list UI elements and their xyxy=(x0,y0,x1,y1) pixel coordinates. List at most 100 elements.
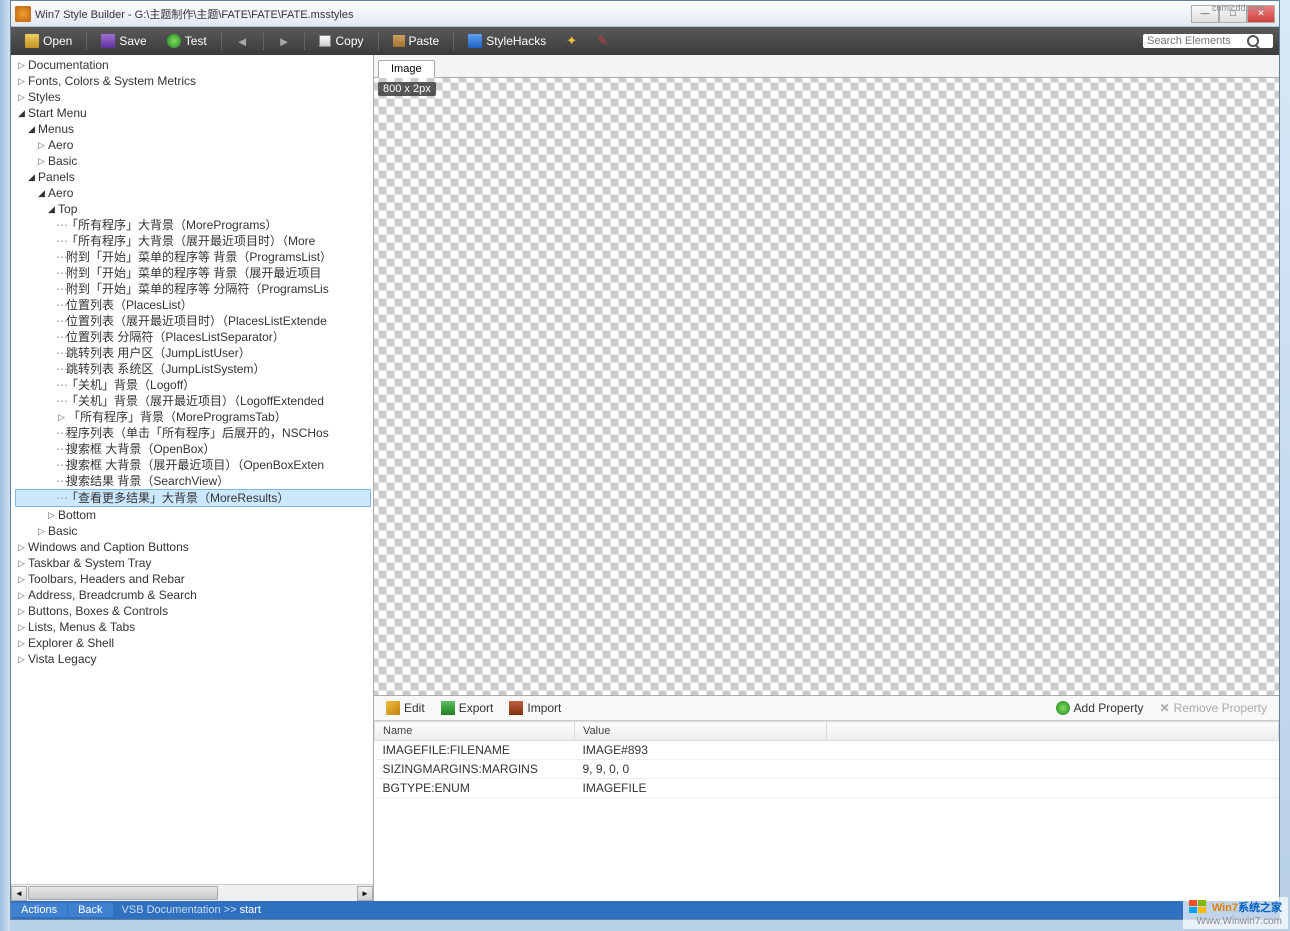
col-name[interactable]: Name xyxy=(375,722,575,741)
statusbar: Actions Back VSB Documentation >> start xyxy=(11,901,1279,919)
open-button[interactable]: Open xyxy=(17,32,80,50)
plus-icon xyxy=(1056,701,1070,715)
property-row[interactable]: IMAGEFILE:FILENAMEIMAGE#893 xyxy=(375,741,1279,760)
col-value[interactable]: Value xyxy=(575,722,827,741)
app-window: Win7 Style Builder - G:\主题制作\主题\FATE\FAT… xyxy=(10,0,1280,920)
tree-item[interactable]: ⋯跳转列表 用户区（JumpListUser） xyxy=(15,345,371,361)
tree-item[interactable]: ⋯「关机」背景（Logoff） xyxy=(15,377,371,393)
property-row[interactable]: BGTYPE:ENUMIMAGEFILE xyxy=(375,779,1279,798)
property-toolbar: Edit Export Import Add Property ✕Remove … xyxy=(374,696,1279,721)
copy-icon xyxy=(319,35,331,47)
tree-item[interactable]: ▷Styles xyxy=(15,89,371,105)
tree-item[interactable]: ⋯「查看更多结果」大背景（MoreResults） xyxy=(15,489,371,507)
stylehacks-button[interactable]: StyleHacks xyxy=(460,32,554,50)
pencil-icon xyxy=(386,701,400,715)
property-table[interactable]: Name Value IMAGEFILE:FILENAMEIMAGE#893SI… xyxy=(374,721,1279,901)
tree-item[interactable]: ◢Start Menu xyxy=(15,105,371,121)
tree-item[interactable]: ⋯搜索框 大背景（展开最近项目）（OpenBoxExten xyxy=(15,457,371,473)
tree-item[interactable]: ▷Fonts, Colors & System Metrics xyxy=(15,73,371,89)
main-toolbar: Open Save Test ◄ ► Copy Paste StyleHacks… xyxy=(11,27,1279,55)
status-back[interactable]: Back xyxy=(68,903,112,917)
tree-item[interactable]: ⋯位置列表（展开最近项目时）（PlacesListExtende xyxy=(15,313,371,329)
tree-item[interactable]: ◢Menus xyxy=(15,121,371,137)
tree-item[interactable]: ⋯附到「开始」菜单的程序等 分隔符（ProgramsLis xyxy=(15,281,371,297)
tool-wand-button[interactable]: ✦ xyxy=(558,31,585,51)
tree-item[interactable]: ▷Buttons, Boxes & Controls xyxy=(15,603,371,619)
app-icon xyxy=(15,6,31,22)
tree-hscrollbar[interactable]: ◄ ► xyxy=(11,884,373,901)
tree-item[interactable]: ⋯「所有程序」大背景（MorePrograms） xyxy=(15,217,371,233)
status-text: VSB Documentation >> start xyxy=(114,904,269,916)
export-icon xyxy=(441,701,455,715)
status-link[interactable]: start xyxy=(240,904,261,916)
tree-item[interactable]: ▷Taskbar & System Tray xyxy=(15,555,371,571)
export-button[interactable]: Export xyxy=(435,700,500,716)
tree-item[interactable]: ▷Lists, Menus & Tabs xyxy=(15,619,371,635)
arrow-right-icon: ► xyxy=(278,34,291,49)
tree-item[interactable]: ▷Bottom xyxy=(15,507,371,523)
copy-button[interactable]: Copy xyxy=(311,32,371,50)
folder-icon xyxy=(25,34,39,48)
forward-button[interactable]: ► xyxy=(270,32,299,51)
play-icon xyxy=(167,34,181,48)
tree-item[interactable]: ◢Top xyxy=(15,201,371,217)
wand-icon: ✦ xyxy=(566,33,577,49)
tree-item[interactable]: ⋯「关机」背景（展开最近项目）（LogoffExtended xyxy=(15,393,371,409)
scroll-right-button[interactable]: ► xyxy=(357,886,373,901)
tree-item[interactable]: ⋯位置列表 分隔符（PlacesListSeparator） xyxy=(15,329,371,345)
tree-item[interactable]: ⋯「所有程序」大背景（展开最近项目时）（More xyxy=(15,233,371,249)
tree-item[interactable]: ▷Documentation xyxy=(15,57,371,73)
tree-item[interactable]: ▷Explorer & Shell xyxy=(15,635,371,651)
paste-icon xyxy=(393,35,405,47)
tool-picker-button[interactable]: ✎ xyxy=(589,31,616,51)
tree-item[interactable]: ◢Aero xyxy=(15,185,371,201)
tree-item[interactable]: ▷Toolbars, Headers and Rebar xyxy=(15,571,371,587)
status-actions[interactable]: Actions xyxy=(11,903,67,917)
save-button[interactable]: Save xyxy=(93,32,154,50)
paste-button[interactable]: Paste xyxy=(385,32,448,50)
tree-item[interactable]: ▷Aero xyxy=(15,137,371,153)
watermark-top: comicdd.com xyxy=(1212,3,1265,13)
watermark-bottom: Win7系统之家 Www.Winwin7.com xyxy=(1183,897,1288,929)
arrow-left-icon: ◄ xyxy=(236,34,249,49)
tree-item[interactable]: ▷Windows and Caption Buttons xyxy=(15,539,371,555)
search-box[interactable] xyxy=(1143,34,1273,48)
image-canvas[interactable]: 800 x 2px xyxy=(374,78,1279,696)
tree-item[interactable]: ⋯位置列表（PlacesList） xyxy=(15,297,371,313)
window-title: Win7 Style Builder - G:\主题制作\主题\FATE\FAT… xyxy=(35,6,1191,22)
import-icon xyxy=(509,701,523,715)
tree-item[interactable]: ⋯附到「开始」菜单的程序等 背景（ProgramsList） xyxy=(15,249,371,265)
scroll-thumb[interactable] xyxy=(28,886,218,900)
test-button[interactable]: Test xyxy=(159,32,215,50)
remove-property-button[interactable]: ✕Remove Property xyxy=(1154,700,1273,716)
tree-item[interactable]: ⋯搜索框 大背景（OpenBox） xyxy=(15,441,371,457)
tree-item[interactable]: ⋯程序列表（单击「所有程序」后展开的，NSCHos xyxy=(15,425,371,441)
tree-item[interactable]: ▷「所有程序」背景（MoreProgramsTab） xyxy=(15,409,371,425)
tree-item[interactable]: ⋯搜索结果 背景（SearchView） xyxy=(15,473,371,489)
picker-icon: ✎ xyxy=(597,33,608,49)
tab-image[interactable]: Image xyxy=(378,60,435,78)
x-icon: ✕ xyxy=(1160,701,1170,715)
disk-icon xyxy=(101,34,115,48)
canvas-tabstrip: Image xyxy=(374,55,1279,78)
tree-item[interactable]: ⋯附到「开始」菜单的程序等 背景（展开最近项目 xyxy=(15,265,371,281)
tree-item[interactable]: ▷Basic xyxy=(15,153,371,169)
tree-item[interactable]: ▷Address, Breadcrumb & Search xyxy=(15,587,371,603)
stylehacks-icon xyxy=(468,34,482,48)
style-tree[interactable]: ▷Documentation▷Fonts, Colors & System Me… xyxy=(11,55,373,884)
import-button[interactable]: Import xyxy=(503,700,567,716)
tree-item[interactable]: ▷Basic xyxy=(15,523,371,539)
titlebar[interactable]: Win7 Style Builder - G:\主题制作\主题\FATE\FAT… xyxy=(11,1,1279,27)
tree-item[interactable]: ▷Vista Legacy xyxy=(15,651,371,667)
tree-item[interactable]: ⋯跳转列表 系统区（JumpListSystem） xyxy=(15,361,371,377)
windows-logo-icon xyxy=(1189,900,1209,916)
property-row[interactable]: SIZINGMARGINS:MARGINS9, 9, 0, 0 xyxy=(375,760,1279,779)
edit-button[interactable]: Edit xyxy=(380,700,431,716)
add-property-button[interactable]: Add Property xyxy=(1050,700,1150,716)
tree-panel: ▷Documentation▷Fonts, Colors & System Me… xyxy=(11,55,374,901)
search-input[interactable] xyxy=(1147,35,1247,47)
back-button[interactable]: ◄ xyxy=(228,32,257,51)
tree-item[interactable]: ◢Panels xyxy=(15,169,371,185)
search-icon[interactable] xyxy=(1247,35,1259,47)
scroll-left-button[interactable]: ◄ xyxy=(11,886,27,901)
